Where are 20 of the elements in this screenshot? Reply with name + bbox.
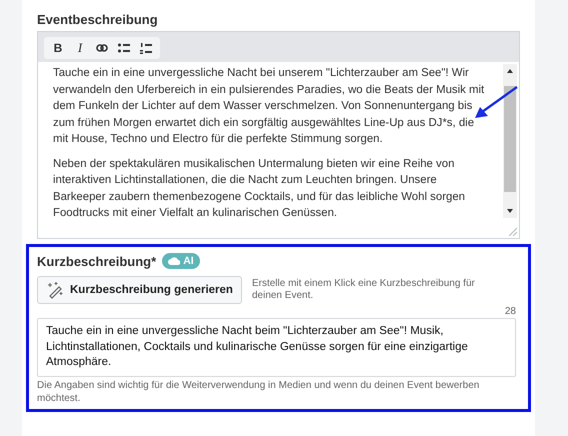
resize-handle-icon[interactable] bbox=[507, 226, 517, 236]
generate-button[interactable]: Kurzbeschreibung generieren bbox=[37, 276, 242, 304]
scrollbar[interactable] bbox=[503, 64, 517, 218]
cloud-icon bbox=[168, 257, 180, 265]
short-description-field[interactable]: Tauche ein in eine unvergessliche Nacht beim "Lichterzauber am See"! Musik, Lichtinstallationen, Cocktails und kulinarische Genüsse sorgen für eine einzigartige Atmosphäre. bbox=[37, 318, 516, 377]
bullet-list-icon bbox=[118, 43, 130, 53]
rich-text-editor[interactable] bbox=[37, 31, 520, 239]
character-counter: 28 bbox=[504, 306, 516, 317]
bold-button[interactable]: B bbox=[48, 38, 68, 58]
magic-wand-icon bbox=[46, 281, 64, 299]
description-paragraph: Tauche ein in eine unvergessliche Nacht bei unserem "Lichterzauber am See"! Wir verwandeln den Uferbereich in ein pulsierendes Paradies, wo die Beats der Musik mit dem Funkeln der Lichter auf dem Wasser verschmelzen. Von Sonnenuntergang bis zum frühen Morgen erwartet dich ein sorgfältig ausgewähltes Line-Up aus DJ*s, die mit House, Techno und Electro für die perfekte Stimmung sorgen. bbox=[53, 66, 486, 147]
numbered-list-icon bbox=[140, 42, 152, 54]
hint-text: Erstelle mit einem Klick eine Kurzbeschreibung für deinen Event. bbox=[252, 278, 476, 302]
field-label: Kurzbeschreibung* bbox=[37, 254, 156, 268]
ai-badge: AI bbox=[162, 253, 200, 269]
italic-button[interactable]: I bbox=[70, 38, 90, 58]
field-label: Eventbeschreibung bbox=[37, 12, 159, 27]
description-paragraph: Neben der spektakulären musikalischen Untermalung bieten wir eine Reihe von interaktiven Lichtinstallationen, die die Nacht zum Leuchten bringen. Unsere Barkeeper zaubern themenbezogene Cocktails, und für das leibliche Wohl sorgen Foodtrucks mit einer Vielfalt an kulinarischen Genüssen. bbox=[53, 156, 466, 221]
help-text: Die Angaben sind wichtig für die Weiterverwendung in Medien und wenn du deinen Event bewerben möchtest. bbox=[37, 380, 480, 405]
link-icon bbox=[96, 44, 108, 52]
